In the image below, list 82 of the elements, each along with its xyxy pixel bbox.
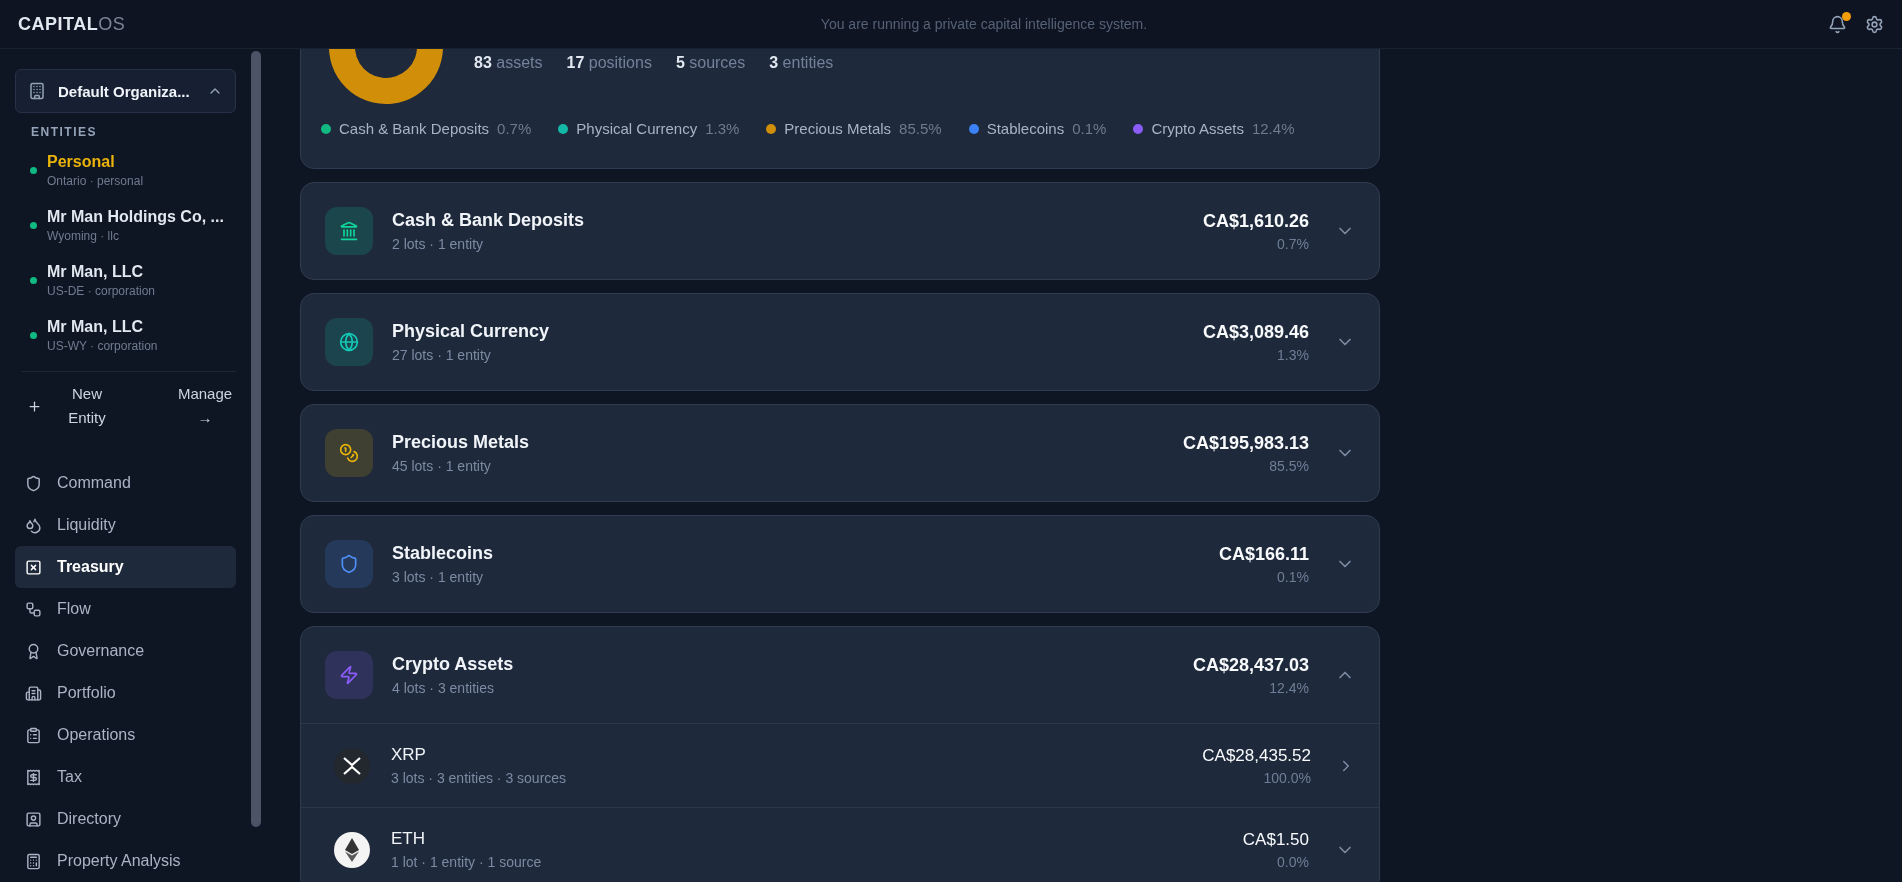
legend-label: Cash & Bank Deposits <box>339 120 490 137</box>
category-percent: 85.5% <box>1269 457 1309 474</box>
legend-label: Physical Currency <box>576 120 698 137</box>
nav-item[interactable]: Flow <box>15 588 236 630</box>
category-details: 2 lots · 1 entity <box>392 236 485 252</box>
nav-item[interactable]: Liquidity <box>15 504 236 546</box>
x-square-icon <box>25 558 42 576</box>
asset-details: 3 lots · 3 entities · 3 sources <box>391 770 568 786</box>
nav-item[interactable]: Treasury <box>15 546 236 588</box>
scrollbar[interactable] <box>251 51 261 827</box>
category-title: Stablecoins <box>392 543 495 564</box>
category-details: 4 lots · 3 entities <box>392 680 495 696</box>
building-icon <box>25 684 42 702</box>
category-amount: CA$3,089.46 <box>1202 321 1309 343</box>
asset-amount: CA$28,435.52 <box>1202 745 1311 766</box>
entity-details: Ontario · personal <box>47 174 144 188</box>
legend-percent: 85.5% <box>899 120 942 137</box>
stat-text: 17 positions <box>566 54 652 72</box>
legend-percent: 0.7% <box>497 120 532 137</box>
x-coin-icon <box>334 747 370 784</box>
category-amount: CA$166.11 <box>1218 543 1309 565</box>
flow-icon <box>25 600 42 618</box>
legend-percent: 0.1% <box>1072 120 1107 137</box>
asset-name: ETH <box>391 829 426 849</box>
nav-item[interactable]: Tax <box>15 756 236 798</box>
category-title: Precious Metals <box>392 432 531 453</box>
nav-item[interactable]: Command <box>15 462 236 504</box>
legend-percent: 1.3% <box>705 120 740 137</box>
building-icon <box>28 82 46 100</box>
category-title: Physical Currency <box>392 321 551 342</box>
tagline: You are running a private capital intelligence system. <box>820 16 1148 32</box>
entities-heading: ENTITIES <box>31 125 98 139</box>
nav-item[interactable]: Governance <box>15 630 236 672</box>
entity-details: US-WY · corporation <box>47 339 158 353</box>
category-amount: CA$28,437.03 <box>1192 654 1309 676</box>
nav-item[interactable]: Directory <box>15 798 236 840</box>
receipt-icon <box>25 768 42 786</box>
legend-label: Crypto Assets <box>1151 120 1244 137</box>
category-details: 3 lots · 1 entity <box>392 569 485 585</box>
category-percent: 12.4% <box>1269 679 1309 696</box>
nav-item[interactable]: Portfolio <box>15 672 236 714</box>
asset-amount: CA$1.50 <box>1242 829 1309 850</box>
category-title: Crypto Assets <box>392 654 515 675</box>
plus-icon <box>27 398 42 414</box>
asset-details: 1 lot · 1 entity · 1 source <box>391 854 543 870</box>
nav-item[interactable]: Property Analysis <box>15 840 236 882</box>
logo-text: CAPITAL <box>18 13 99 35</box>
category-details: 45 lots · 1 entity <box>392 458 492 474</box>
diamond-coin-icon <box>334 831 370 868</box>
logo-accent-text: OS <box>98 13 126 35</box>
entity-name[interactable]: Mr Man, LLC <box>47 318 158 336</box>
clipboard-icon <box>25 726 42 744</box>
asset-percent: 100.0% <box>1263 769 1311 786</box>
asset-name: XRP <box>391 745 427 765</box>
category-percent: 1.3% <box>1277 346 1309 363</box>
category-amount: CA$195,983.13 <box>1182 432 1309 454</box>
organization-selector[interactable]: Default Organiza... <box>15 69 236 113</box>
category-percent: 0.1% <box>1277 568 1309 585</box>
category-details: 27 lots · 1 entity <box>392 347 492 363</box>
entity-name[interactable]: Mr Man Holdings Co, ... <box>47 208 224 226</box>
stat-text: 3 entities <box>769 54 834 72</box>
contact-card-icon <box>25 810 42 828</box>
new-entity-button[interactable]: New Entity <box>27 382 118 430</box>
settings-button[interactable] <box>1865 14 1884 34</box>
entity-name[interactable]: Personal <box>47 153 144 171</box>
legend-percent: 12.4% <box>1251 120 1295 137</box>
nav-item[interactable]: Operations <box>15 714 236 756</box>
shield-icon <box>25 474 42 492</box>
entity-details: US-DE · corporation <box>47 284 156 298</box>
legend-label: Precious Metals <box>784 120 892 137</box>
droplets-icon <box>25 516 42 534</box>
category-percent: 0.7% <box>1277 235 1309 252</box>
legend-label: Stablecoins <box>986 120 1065 137</box>
asset-percent: 0.0% <box>1277 853 1309 870</box>
entity-name[interactable]: Mr Man, LLC <box>47 263 156 281</box>
category-amount: CA$1,610.26 <box>1202 210 1309 232</box>
entity-details: Wyoming · llc <box>47 229 120 243</box>
stat-text: 5 sources <box>675 54 746 72</box>
manage-button[interactable]: Manage → <box>174 382 236 430</box>
calculator-icon <box>25 852 42 870</box>
category-title: Cash & Bank Deposits <box>392 210 586 231</box>
stat-text: 83 assets <box>474 54 543 72</box>
